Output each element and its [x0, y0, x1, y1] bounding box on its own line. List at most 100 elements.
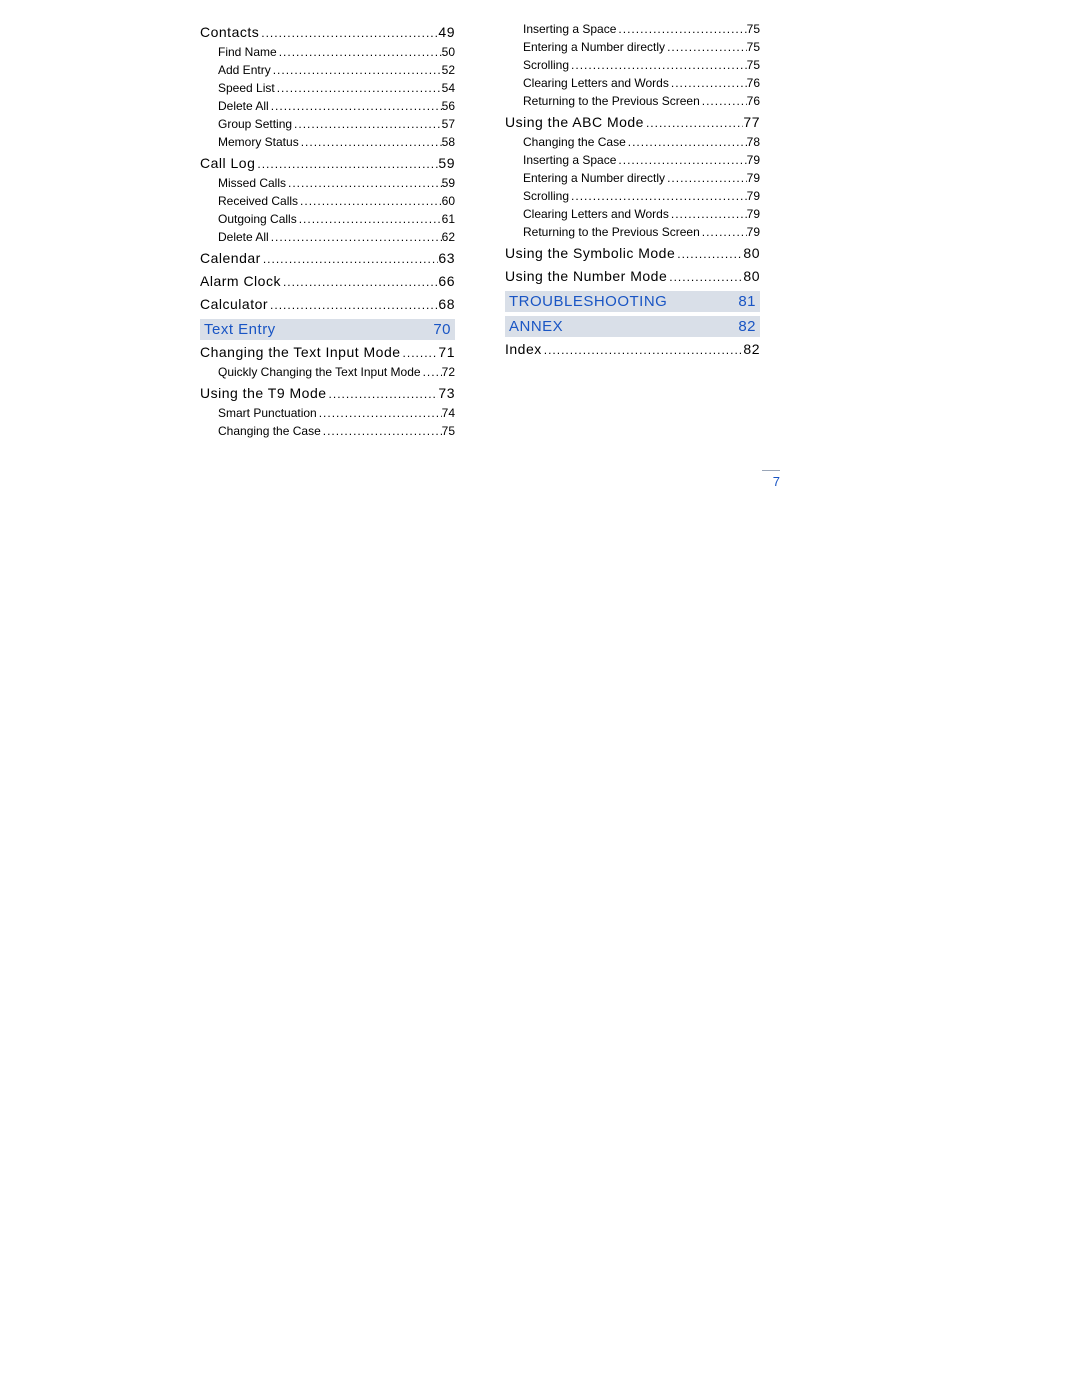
toc-entry-label: Delete All	[218, 97, 269, 115]
toc-leader-dots	[317, 404, 442, 422]
toc-entry-page: 66	[438, 271, 455, 292]
toc-leader-dots	[286, 174, 442, 192]
toc-leader-dots	[665, 169, 747, 187]
toc-entry-level2: Smart Punctuation 74	[200, 404, 455, 422]
toc-entry-page: 74	[442, 404, 455, 422]
toc-entry-level1: Call Log59	[200, 153, 455, 174]
toc-entry-level1: Calendar63	[200, 248, 455, 269]
toc-entry-level1: Using the ABC Mode77	[505, 112, 760, 133]
toc-entry-label: Returning to the Previous Screen	[523, 92, 700, 110]
toc-entry-label: Alarm Clock	[200, 271, 281, 292]
toc-section-label: TROUBLESHOOTING	[509, 293, 667, 310]
toc-entry-level2: Speed List54	[200, 79, 455, 97]
toc-entry-label: Smart Punctuation	[218, 404, 317, 422]
toc-leader-dots	[299, 133, 442, 151]
toc-entry-page: 63	[438, 248, 455, 269]
toc-entry-level1: Using the T9 Mode 73	[200, 383, 455, 404]
toc-entry-page: 75	[747, 38, 760, 56]
toc-entry-page: 79	[747, 205, 760, 223]
toc-entry-label: Calculator	[200, 294, 268, 315]
toc-entry-level2: Clearing Letters and Words 79	[505, 205, 760, 223]
toc-entry-level2: Find Name 50	[200, 43, 455, 61]
toc-entry-label: Find Name	[218, 43, 277, 61]
toc-entry-page: 50	[442, 43, 455, 61]
toc-section-page: 81	[738, 293, 756, 310]
toc-entry-level1: Contacts49	[200, 22, 455, 43]
toc-entry-level2: Received Calls 60	[200, 192, 455, 210]
toc-leader-dots	[259, 24, 438, 42]
toc-leader-dots	[675, 245, 743, 263]
toc-leader-dots	[277, 43, 442, 61]
toc-leader-dots	[665, 38, 747, 56]
toc-entry-label: Returning to the Previous Screen	[523, 223, 700, 241]
toc-entry-page: 54	[442, 79, 455, 97]
toc-entry-page: 62	[442, 228, 455, 246]
toc-entry-level2: Changing the Case 78	[505, 133, 760, 151]
toc-columns: Contacts49Find Name 50Add Entry52Speed Li…	[200, 20, 760, 440]
toc-entry-level2: Inserting a Space79	[505, 151, 760, 169]
toc-entry-page: 78	[747, 133, 760, 151]
toc-entry-label: Entering a Number directly	[523, 38, 665, 56]
toc-entry-page: 75	[442, 422, 455, 440]
toc-entry-label: Clearing Letters and Words	[523, 205, 669, 223]
toc-entry-page: 79	[747, 169, 760, 187]
toc-entry-label: Changing the Case	[523, 133, 626, 151]
toc-entry-page: 68	[438, 294, 455, 315]
toc-entry-page: 71	[438, 342, 455, 363]
toc-entry-label: Scrolling	[523, 187, 569, 205]
toc-section-page: 70	[433, 321, 451, 338]
toc-entry-level2: Memory Status58	[200, 133, 455, 151]
toc-entry-label: Scrolling	[523, 56, 569, 74]
toc-entry-page: 60	[442, 192, 455, 210]
toc-entry-level2: Missed Calls59	[200, 174, 455, 192]
toc-entry-level1: Using the Symbolic Mode80	[505, 243, 760, 264]
toc-entry-level2: Returning to the Previous Screen76	[505, 92, 760, 110]
toc-entry-level2: Group Setting57	[200, 115, 455, 133]
toc-section-label: ANNEX	[509, 318, 563, 335]
toc-leader-dots	[421, 363, 442, 381]
toc-entry-page: 82	[743, 339, 760, 360]
toc-entry-label: Using the Number Mode	[505, 266, 667, 287]
toc-entry-label: Outgoing Calls	[218, 210, 297, 228]
toc-entry-label: Using the T9 Mode	[200, 383, 327, 404]
toc-entry-level2: Add Entry52	[200, 61, 455, 79]
toc-entry-page: 52	[442, 61, 455, 79]
toc-leader-dots	[292, 115, 442, 133]
toc-leader-dots	[255, 155, 438, 173]
toc-leader-dots	[275, 79, 442, 97]
toc-leader-dots	[269, 97, 442, 115]
toc-entry-label: Changing the Text Input Mode	[200, 342, 401, 363]
toc-leader-dots	[667, 268, 743, 286]
toc-leader-dots	[669, 74, 747, 92]
toc-leader-dots	[271, 61, 442, 79]
toc-entry-page: 73	[438, 383, 455, 404]
toc-entry-page: 79	[747, 187, 760, 205]
toc-entry-page: 57	[442, 115, 455, 133]
toc-entry-label: Changing the Case	[218, 422, 321, 440]
toc-leader-dots	[297, 210, 442, 228]
toc-leader-dots	[616, 151, 746, 169]
toc-leader-dots	[298, 192, 442, 210]
toc-leader-dots	[700, 92, 747, 110]
toc-entry-page: 56	[442, 97, 455, 115]
toc-leader-dots	[542, 341, 744, 359]
toc-entry-page: 61	[442, 210, 455, 228]
toc-entry-level2: Outgoing Calls 61	[200, 210, 455, 228]
toc-entry-level1: Changing the Text Input Mode 71	[200, 342, 455, 363]
toc-entry-label: Quickly Changing the Text Input Mode	[218, 363, 421, 381]
toc-leader-dots	[616, 20, 746, 38]
toc-entry-level2: Inserting a Space75	[505, 20, 760, 38]
toc-entry-level2: Changing the Case 75	[200, 422, 455, 440]
toc-section-heading: Text Entry70	[200, 319, 455, 340]
toc-entry-label: Received Calls	[218, 192, 298, 210]
toc-entry-level2: Scrolling75	[505, 56, 760, 74]
page-number: 7	[773, 474, 780, 489]
toc-entry-level2: Quickly Changing the Text Input Mode72	[200, 363, 455, 381]
toc-entry-page: 59	[442, 174, 455, 192]
toc-entry-level1: Using the Number Mode 80	[505, 266, 760, 287]
toc-leader-dots	[281, 273, 438, 291]
toc-entry-label: Inserting a Space	[523, 151, 616, 169]
toc-entry-label: Inserting a Space	[523, 20, 616, 38]
toc-entry-level1: Index82	[505, 339, 760, 360]
toc-entry-page: 80	[743, 266, 760, 287]
